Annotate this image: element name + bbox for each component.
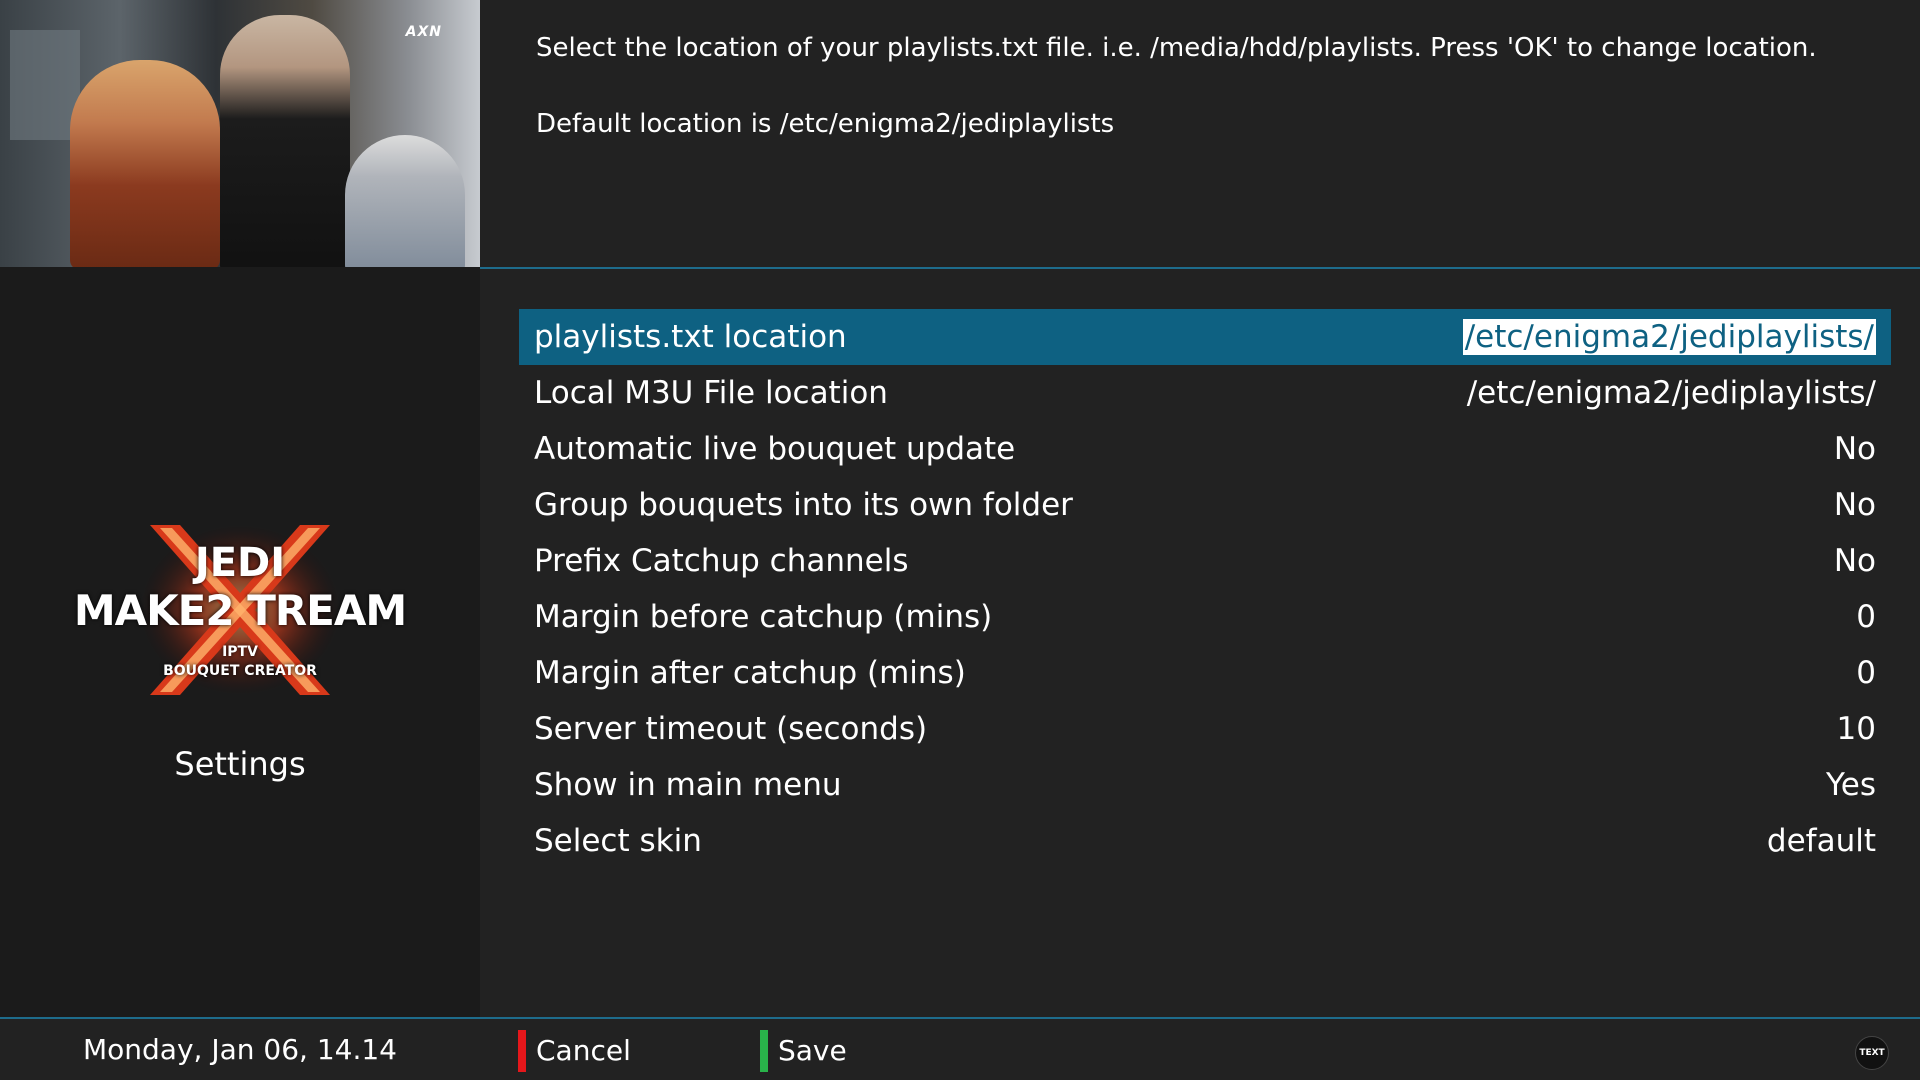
setting-label: Select skin bbox=[534, 823, 702, 859]
setting-value[interactable]: default bbox=[1767, 813, 1876, 869]
left-panel: AXN JEDI MAKE2 TREAM IPTV BOUQUET CREATO… bbox=[0, 0, 480, 1018]
setting-row-select-skin[interactable]: Select skin default bbox=[519, 813, 1891, 869]
setting-label: Local M3U File location bbox=[534, 375, 888, 411]
setting-value[interactable]: /etc/enigma2/jediplaylists/ bbox=[1462, 309, 1876, 365]
setting-label: Margin before catchup (mins) bbox=[534, 599, 993, 635]
save-label: Save bbox=[778, 1034, 847, 1067]
cancel-button[interactable]: Cancel bbox=[518, 1030, 718, 1072]
help-description: Select the location of your playlists.tx… bbox=[536, 28, 1876, 180]
setting-row-auto-bouquet-update[interactable]: Automatic live bouquet update No bbox=[519, 421, 1891, 477]
setting-value[interactable]: No bbox=[1834, 477, 1876, 533]
logo-text-make2xtream: MAKE2 TREAM bbox=[73, 586, 407, 635]
settings-list: playlists.txt location /etc/enigma2/jedi… bbox=[519, 309, 1891, 869]
setting-row-prefix-catchup[interactable]: Prefix Catchup channels No bbox=[519, 533, 1891, 589]
setting-row-local-m3u-location[interactable]: Local M3U File location /etc/enigma2/jed… bbox=[519, 365, 1891, 421]
setting-value[interactable]: /etc/enigma2/jediplaylists/ bbox=[1467, 365, 1876, 421]
bottom-divider bbox=[0, 1017, 1920, 1019]
setting-label: Show in main menu bbox=[534, 767, 842, 803]
save-button[interactable]: Save bbox=[760, 1030, 960, 1072]
text-key-icon[interactable]: TEXT bbox=[1855, 1036, 1889, 1070]
plugin-logo: JEDI MAKE2 TREAM IPTV BOUQUET CREATOR bbox=[50, 520, 430, 700]
settings-screen: AXN JEDI MAKE2 TREAM IPTV BOUQUET CREATO… bbox=[0, 0, 1920, 1080]
channel-logo: AXN bbox=[405, 24, 442, 40]
logo-text-iptv: IPTV bbox=[222, 644, 258, 660]
setting-value[interactable]: 10 bbox=[1837, 701, 1876, 757]
setting-value[interactable]: Yes bbox=[1826, 757, 1876, 813]
setting-label: Server timeout (seconds) bbox=[534, 711, 928, 747]
setting-row-margin-before[interactable]: Margin before catchup (mins) 0 bbox=[519, 589, 1891, 645]
help-text-line-1: Select the location of your playlists.tx… bbox=[536, 33, 1817, 63]
red-key-indicator bbox=[518, 1030, 526, 1072]
preview-person-right bbox=[345, 135, 465, 267]
setting-label: Margin after catchup (mins) bbox=[534, 655, 966, 691]
preview-person-center bbox=[220, 15, 350, 267]
setting-value[interactable]: No bbox=[1834, 533, 1876, 589]
setting-value[interactable]: 0 bbox=[1856, 589, 1876, 645]
setting-label: Automatic live bouquet update bbox=[534, 431, 1016, 467]
setting-row-group-bouquets[interactable]: Group bouquets into its own folder No bbox=[519, 477, 1891, 533]
setting-label: playlists.txt location bbox=[534, 319, 847, 355]
page-title: Settings bbox=[174, 745, 306, 783]
tv-preview-window: AXN bbox=[0, 0, 480, 267]
preview-person-left bbox=[70, 60, 220, 267]
green-key-indicator bbox=[760, 1030, 768, 1072]
setting-row-server-timeout[interactable]: Server timeout (seconds) 10 bbox=[519, 701, 1891, 757]
logo-text-jedi: JEDI bbox=[194, 540, 286, 586]
setting-label: Group bouquets into its own folder bbox=[534, 487, 1073, 523]
setting-label: Prefix Catchup channels bbox=[534, 543, 909, 579]
setting-value[interactable]: No bbox=[1834, 421, 1876, 477]
logo-text-bouquet-creator: BOUQUET CREATOR bbox=[163, 663, 317, 679]
footer-datetime: Monday, Jan 06, 14.14 bbox=[83, 1033, 397, 1066]
setting-row-show-in-main-menu[interactable]: Show in main menu Yes bbox=[519, 757, 1891, 813]
setting-value[interactable]: 0 bbox=[1856, 645, 1876, 701]
help-text-line-2: Default location is /etc/enigma2/jedipla… bbox=[536, 109, 1115, 139]
top-divider bbox=[480, 267, 1920, 269]
setting-value-text: /etc/enigma2/jediplaylists/ bbox=[1462, 319, 1876, 355]
setting-row-margin-after[interactable]: Margin after catchup (mins) 0 bbox=[519, 645, 1891, 701]
cancel-label: Cancel bbox=[536, 1034, 631, 1067]
setting-row-playlists-location[interactable]: playlists.txt location /etc/enigma2/jedi… bbox=[519, 309, 1891, 365]
